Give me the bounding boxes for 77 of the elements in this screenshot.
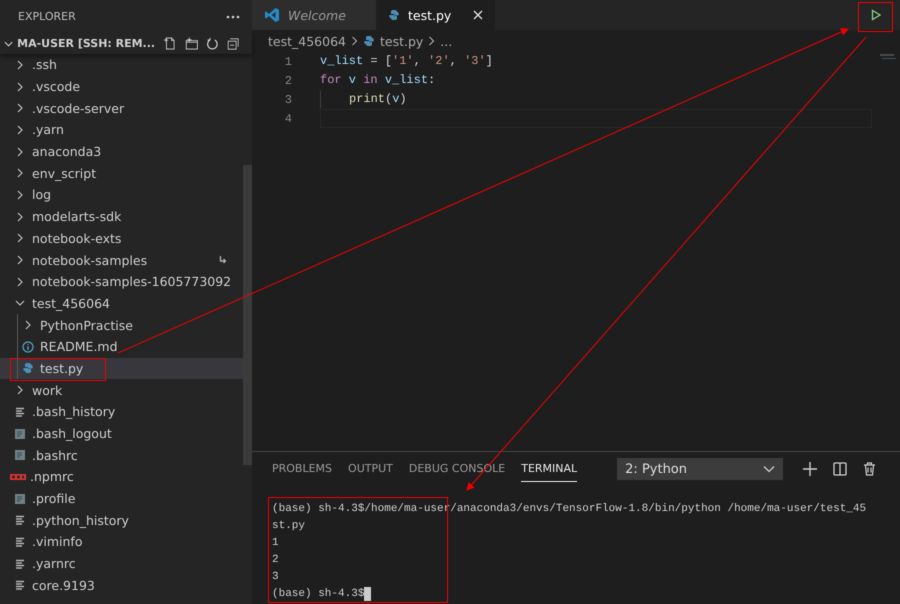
tree-item[interactable]: .ssh [0,54,243,76]
tree-item[interactable]: .vscode-server [0,97,243,120]
terminal-cursor [364,586,372,600]
more-icon[interactable] [226,14,240,18]
tree-item[interactable]: work [0,379,243,401]
tree-item[interactable]: anaconda3 [0,140,243,162]
terminal-line: 3 [272,570,279,582]
tree-item[interactable]: .npmrc [0,466,243,488]
collapse-icon[interactable] [227,36,240,50]
tree-item[interactable]: notebook-exts [0,228,243,250]
text-file-icon [14,579,26,592]
chevron-icon [14,298,26,308]
info-icon [22,340,34,353]
python-file-icon [362,35,375,47]
chevron-icon [763,465,776,473]
terminal-line: st.py [272,520,306,532]
document-icon [14,449,26,462]
editor-tab[interactable]: Welcome [252,0,376,30]
document-icon [14,492,26,505]
symlink-icon [219,256,227,266]
split-icon[interactable] [833,462,848,476]
tree-item[interactable]: .python_history [0,509,243,532]
line-number: 2 [284,74,292,88]
tree-item[interactable]: .bash_history [0,401,243,423]
tree-item[interactable]: .yarn [0,119,243,141]
tree-item[interactable]: .bash_logout [0,422,243,444]
tree-item[interactable]: .vscode [0,76,243,98]
chevron-icon [350,36,358,46]
code-line: for v in v_list: [320,72,436,89]
annotation-box [858,2,893,32]
text-file-icon [14,406,26,418]
editor-tab[interactable]: test.py [376,0,495,30]
chevron-icon [428,36,436,46]
tree-item[interactable]: test_456064 [0,292,243,314]
code-line: v_list = ['1', '2', '3'] [320,53,494,70]
python-file-icon [22,362,34,374]
tree-item[interactable]: env_script [0,162,243,184]
tree-item[interactable]: .bashrc [0,444,243,466]
text-file-icon [14,514,26,526]
trash-icon[interactable] [863,462,876,476]
tree-item[interactable]: core.9193 [0,574,243,596]
tree-item[interactable]: .profile [0,488,243,510]
panel-tab[interactable]: OUTPUT [348,456,393,482]
plus-icon[interactable] [803,462,818,476]
tree-item[interactable]: notebook-samples-1605773092 [0,270,243,293]
npm-file-icon [10,474,26,480]
text-file-icon [14,536,26,548]
breadcrumb-item[interactable]: ... [440,34,452,48]
text-file-icon [14,558,26,570]
terminal-line: 2 [272,554,279,566]
new-folder-icon[interactable] [184,36,198,51]
line-number: 4 [284,112,292,126]
terminal-select[interactable]: 2: Python [617,458,784,480]
app-logo-icon [264,7,280,23]
breadcrumb-item[interactable]: test.py [362,34,424,48]
section-title[interactable]: MA-USER [SSH: REM... [17,37,156,50]
line-number: 3 [284,92,292,106]
scrollbar-thumb[interactable] [243,165,252,465]
tree-item[interactable]: test.py [0,358,243,380]
python-file-icon [388,9,400,21]
run-icon[interactable] [870,9,882,21]
line-number: 1 [284,54,292,68]
tree-item[interactable]: .yarnrc [0,552,243,574]
panel-tab[interactable]: TERMINAL [521,456,578,482]
refresh-icon[interactable] [206,36,220,50]
panel-tab[interactable]: PROBLEMS [272,456,332,482]
terminal-line: (base) sh-4.3$ [272,588,364,600]
tree-item[interactable]: log [0,184,243,206]
breadcrumb-item[interactable]: test_456064 [268,34,346,48]
explorer-title: EXPLORER [18,10,76,23]
close-icon[interactable] [473,10,483,20]
new-file-icon[interactable] [163,36,177,51]
tree-item[interactable]: modelarts-sdk [0,206,243,228]
tree-item[interactable]: notebook-samples [0,249,243,271]
document-icon [14,428,26,440]
tree-item[interactable]: .viminfo [0,531,243,553]
terminal-line: 1 [272,536,279,548]
